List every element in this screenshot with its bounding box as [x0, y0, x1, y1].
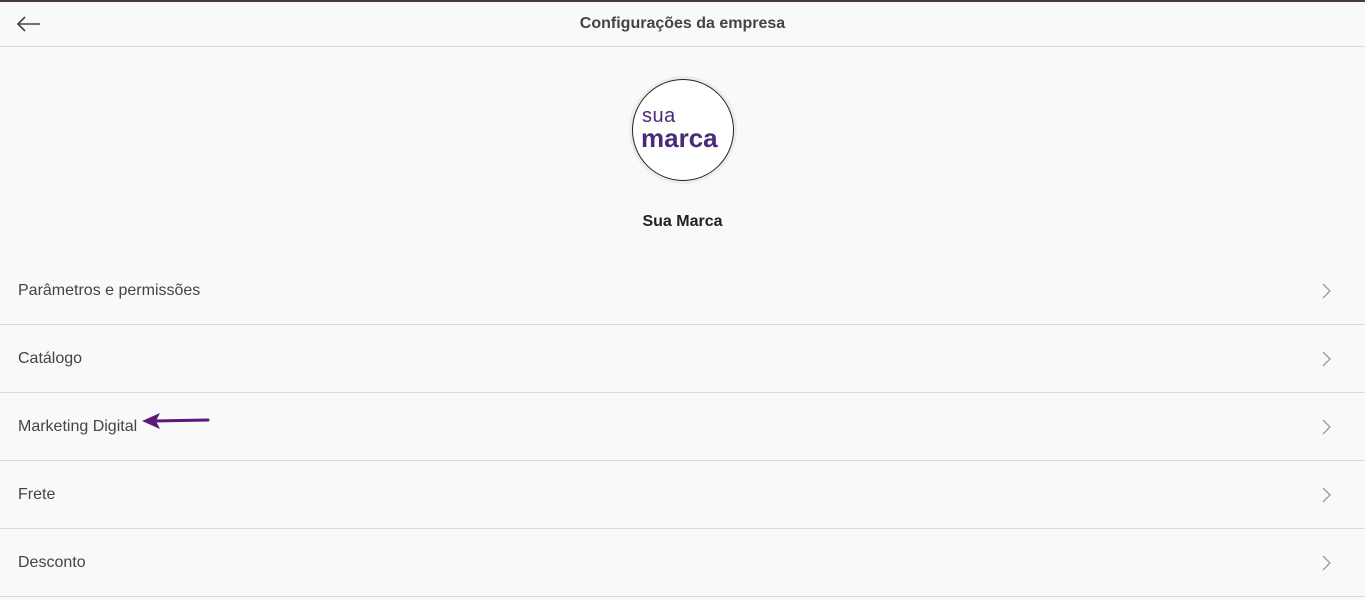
menu-item-marketing-digital[interactable]: Marketing Digital: [0, 393, 1365, 461]
menu-item-catalogo[interactable]: Catálogo: [0, 325, 1365, 393]
menu-item-desconto[interactable]: Desconto: [0, 529, 1365, 597]
company-name: Sua Marca: [642, 213, 723, 230]
settings-menu: Parâmetros e permissões Catálogo Marketi…: [0, 257, 1365, 597]
menu-item-label: Desconto: [18, 554, 86, 571]
company-profile: sua marca Sua Marca: [0, 47, 1365, 257]
menu-item-parametros[interactable]: Parâmetros e permissões: [0, 257, 1365, 325]
page-title: Configurações da empresa: [579, 15, 786, 32]
header-bar: Configurações da empresa: [0, 2, 1365, 47]
chevron-right-icon: [1322, 351, 1331, 367]
chevron-right-icon: [1322, 283, 1331, 299]
menu-item-label: Parâmetros e permissões: [18, 282, 201, 299]
logo-text-line2: marca: [641, 123, 718, 153]
chevron-right-icon: [1322, 419, 1331, 435]
menu-item-frete[interactable]: Frete: [0, 461, 1365, 529]
menu-item-label: Marketing Digital: [18, 418, 138, 435]
chevron-right-icon: [1322, 555, 1331, 571]
annotation-arrow-icon: [142, 413, 210, 429]
company-logo: sua marca: [632, 79, 734, 181]
menu-item-label: Catálogo: [18, 350, 83, 367]
chevron-right-icon: [1322, 487, 1331, 503]
menu-item-label: Frete: [18, 486, 56, 503]
